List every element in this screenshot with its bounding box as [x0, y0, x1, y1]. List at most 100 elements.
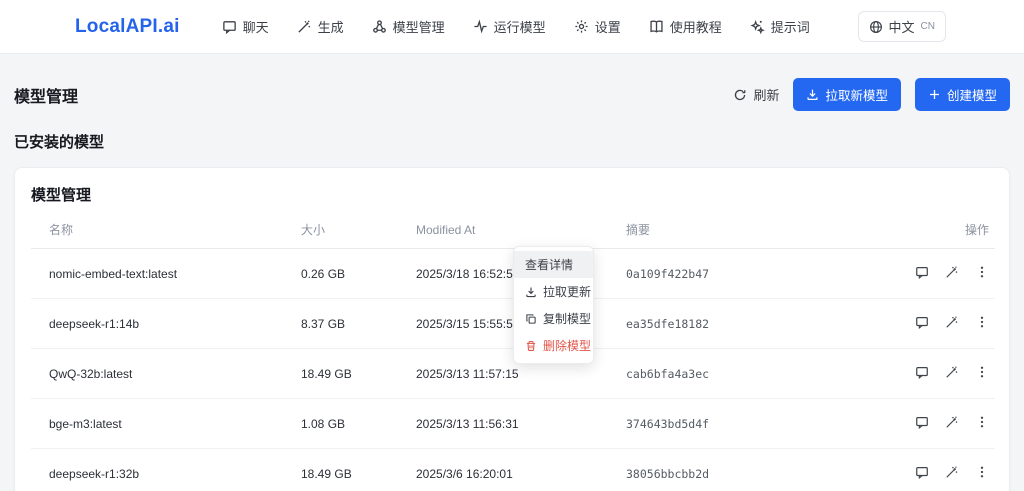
nav-item-label: 聊天 — [242, 20, 269, 35]
activity-icon — [473, 19, 488, 34]
row-chat-button[interactable] — [915, 265, 929, 279]
chat-icon — [916, 367, 928, 379]
row-more-button[interactable] — [975, 315, 989, 329]
model-name-cell: bge-m3:latest — [31, 398, 301, 449]
context-menu-label: 查看详情 — [525, 258, 574, 272]
language-code: CN — [920, 21, 935, 32]
model-name-cell: deepseek-r1:32b — [49, 466, 140, 481]
nav-item-label: 运行模型 — [493, 20, 546, 35]
language-switcher[interactable]: 中文 CN — [857, 11, 946, 42]
plus-icon — [928, 88, 941, 101]
chat-icon — [916, 317, 928, 329]
refresh-icon — [733, 88, 747, 102]
table-row: deepseek-r1:32b 18.49 GB 2025/3/6 16:20:… — [31, 449, 995, 491]
nav-item-label: 模型管理 — [392, 20, 445, 35]
create-model-button[interactable]: 创建模型 — [914, 78, 1010, 111]
nav-item-label: 设置 — [594, 20, 621, 35]
row-chat-button[interactable] — [915, 465, 929, 479]
chat-icon — [916, 467, 928, 479]
gear-icon — [574, 19, 589, 34]
wand-icon — [946, 266, 958, 278]
model-digest-cell: 374643bd5d4f — [626, 398, 866, 449]
row-chat-button[interactable] — [915, 365, 929, 379]
table-row: bge-m3:latest 1.08 GB 2025/3/13 11:56:31… — [31, 398, 995, 449]
nav-item-label: 使用教程 — [669, 20, 722, 35]
column-header-actions: 操作 — [866, 211, 995, 249]
download-icon — [525, 286, 537, 298]
column-header-size: 大小 — [301, 211, 416, 249]
refresh-button[interactable]: 刷新 — [733, 85, 779, 104]
sparkles-icon — [750, 19, 765, 34]
model-size-cell: 18.49 GB — [301, 348, 416, 399]
context-menu-label: 复制模型 — [543, 312, 592, 326]
row-generate-button[interactable] — [945, 265, 959, 279]
column-header-name: 名称 — [31, 211, 301, 249]
nav-item-label: 提示词 — [770, 20, 810, 35]
chat-icon — [916, 267, 928, 279]
column-header-modified: Modified At — [416, 211, 626, 249]
nav-item-chat[interactable]: 聊天 — [208, 11, 283, 42]
row-more-button[interactable] — [975, 415, 989, 429]
wand-icon — [946, 466, 958, 478]
create-model-label: 创建模型 — [946, 89, 997, 103]
pull-new-model-button[interactable]: 拉取新模型 — [793, 78, 901, 111]
globe-icon — [869, 20, 883, 34]
kebab-menu-icon — [980, 366, 984, 378]
nav-item-settings[interactable]: 设置 — [560, 11, 635, 42]
top-nav: LocalAPI.ai 聊天 生成 模型管理 运行模型 设置 使用教程 提示词 … — [0, 0, 1024, 54]
model-digest-cell: ea35dfe18182 — [626, 298, 866, 349]
copy-icon — [525, 313, 537, 325]
row-chat-button[interactable] — [915, 415, 929, 429]
model-digest-cell: 38056bbcbb2d — [626, 466, 710, 481]
context-menu-item-copy-model[interactable]: 复制模型 — [514, 305, 593, 332]
nav-item-tutorial[interactable]: 使用教程 — [635, 11, 736, 42]
nav-item-generate[interactable]: 生成 — [283, 11, 358, 42]
kebab-menu-icon — [980, 316, 984, 328]
page-title: 模型管理 — [14, 88, 79, 106]
model-size-cell: 18.49 GB — [301, 466, 352, 481]
context-menu-item-delete-model[interactable]: 删除模型 — [514, 332, 593, 359]
pull-new-model-label: 拉取新模型 — [825, 89, 888, 103]
wand-icon — [946, 416, 958, 428]
context-menu-item-view-details[interactable]: 查看详情 — [514, 251, 593, 278]
context-menu-item-pull-update[interactable]: 拉取更新 — [514, 278, 593, 305]
row-generate-button[interactable] — [945, 365, 959, 379]
wand-icon — [946, 366, 958, 378]
download-icon — [806, 88, 819, 101]
models-card: 模型管理 名称 大小 Modified At 摘要 操作 nomic-embed… — [14, 167, 1010, 491]
book-icon — [649, 19, 664, 34]
row-more-button[interactable] — [975, 465, 989, 479]
model-digest-cell: 0a109f422b47 — [626, 248, 866, 299]
context-menu-label: 拉取更新 — [543, 285, 592, 299]
trash-icon — [525, 340, 537, 352]
row-generate-button[interactable] — [945, 415, 959, 429]
row-generate-button[interactable] — [945, 315, 959, 329]
model-modified-cell: 2025/3/13 11:56:31 — [416, 398, 626, 449]
nav-item-prompts[interactable]: 提示词 — [736, 11, 824, 42]
nav-item-run-model[interactable]: 运行模型 — [459, 11, 560, 42]
row-more-button[interactable] — [975, 365, 989, 379]
context-menu-label: 删除模型 — [543, 339, 592, 353]
wand-icon — [297, 19, 312, 34]
model-size-cell: 8.37 GB — [301, 298, 416, 349]
card-title: 模型管理 — [31, 187, 92, 204]
chat-icon — [222, 19, 237, 34]
model-modified-cell: 2025/3/6 16:20:01 — [416, 466, 513, 481]
row-chat-button[interactable] — [915, 315, 929, 329]
nav-item-model-management[interactable]: 模型管理 — [358, 11, 459, 42]
kebab-menu-icon — [980, 266, 984, 278]
models-icon — [372, 19, 387, 34]
row-more-button[interactable] — [975, 265, 989, 279]
model-size-cell: 0.26 GB — [301, 248, 416, 299]
kebab-menu-icon — [980, 466, 984, 478]
app-logo[interactable]: LocalAPI.ai — [75, 16, 180, 38]
model-digest-cell: cab6bfa4a3ec — [626, 348, 866, 399]
row-generate-button[interactable] — [945, 465, 959, 479]
model-name-cell: QwQ-32b:latest — [31, 348, 301, 399]
model-size-cell: 1.08 GB — [301, 398, 416, 449]
refresh-label: 刷新 — [753, 88, 780, 103]
section-title: 已安装的模型 — [14, 134, 105, 151]
model-name-cell: nomic-embed-text:latest — [31, 248, 301, 299]
language-label: 中文 — [888, 20, 915, 35]
wand-icon — [946, 316, 958, 328]
